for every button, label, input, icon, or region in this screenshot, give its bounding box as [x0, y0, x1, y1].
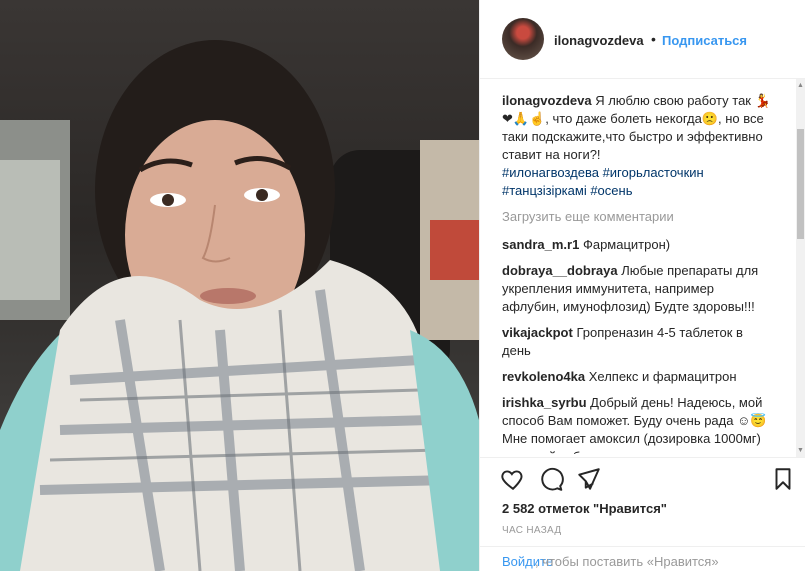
comment-text: Хелпекс и фармацитрон: [588, 369, 737, 384]
instagram-post: ilonagvozdeva • Подписаться ilonagvozdev…: [0, 0, 805, 571]
post-header: ilonagvozdeva • Подписаться: [480, 0, 805, 79]
comment-username[interactable]: sandra_m.r1: [502, 237, 579, 252]
comment-username[interactable]: revkoleno4ka: [502, 369, 585, 384]
list-item: vikajackpot Гропреназин 4-5 таблеток в д…: [502, 324, 772, 360]
comments-scrollbar[interactable]: ▲ ▼: [796, 79, 805, 457]
caption-username[interactable]: ilonagvozdeva: [502, 93, 592, 108]
heart-icon[interactable]: [500, 466, 526, 492]
selfie-image: [0, 40, 479, 571]
list-item: sandra_m.r1 Фармацитрон): [502, 236, 772, 254]
post-photo[interactable]: [0, 0, 479, 571]
hashtag[interactable]: #илонагвоздева: [502, 165, 599, 180]
likes-count[interactable]: 2 582 отметок "Нравится": [502, 501, 667, 516]
comment-icon[interactable]: [538, 466, 564, 492]
login-prompt: Войдите , чтобы поставить «Нравится»: [480, 546, 805, 572]
hashtag[interactable]: #осень: [590, 183, 632, 198]
comment-text: Фармацитрон): [582, 237, 671, 252]
hashtag[interactable]: #танцзізіркамі: [502, 183, 587, 198]
caption: ilonagvozdeva Я люблю свою работу так 💃❤…: [502, 92, 772, 200]
follow-button[interactable]: Подписаться: [662, 33, 747, 48]
scroll-down-icon[interactable]: ▼: [796, 446, 805, 455]
comment-username[interactable]: vikajackpot: [502, 325, 573, 340]
header-username[interactable]: ilonagvozdeva: [554, 33, 644, 48]
post-side-panel: ilonagvozdeva • Подписаться ilonagvozdev…: [479, 0, 805, 571]
hashtag[interactable]: #игорьласточкин: [603, 165, 704, 180]
load-more-comments-button[interactable]: Загрузить еще комментарии: [502, 208, 772, 226]
share-icon[interactable]: [576, 466, 602, 492]
comment-username[interactable]: dobraya__dobraya: [502, 263, 618, 278]
avatar[interactable]: [502, 18, 544, 60]
scrollbar-thumb[interactable]: [797, 129, 804, 239]
post-timestamp[interactable]: ЧАС НАЗАД: [502, 525, 561, 536]
list-item: dobraya__dobraya Любые препараты для укр…: [502, 262, 772, 316]
comment-username[interactable]: irishka_syrbu: [502, 395, 587, 410]
comments-list: ilonagvozdeva Я люблю свою работу так 💃❤…: [502, 92, 772, 454]
list-item: revkoleno4ka Хелпекс и фармацитрон: [502, 368, 772, 386]
list-item: irishka_syrbu Добрый день! Надеюсь, мой …: [502, 394, 772, 454]
separator-dot: •: [651, 31, 656, 47]
bookmark-icon[interactable]: [770, 466, 796, 492]
scroll-up-icon[interactable]: ▲: [796, 81, 805, 90]
post-actions: 2 582 отметок "Нравится" ЧАС НАЗАД Войди…: [480, 457, 805, 571]
login-prompt-text: , чтобы поставить «Нравится»: [535, 554, 719, 569]
